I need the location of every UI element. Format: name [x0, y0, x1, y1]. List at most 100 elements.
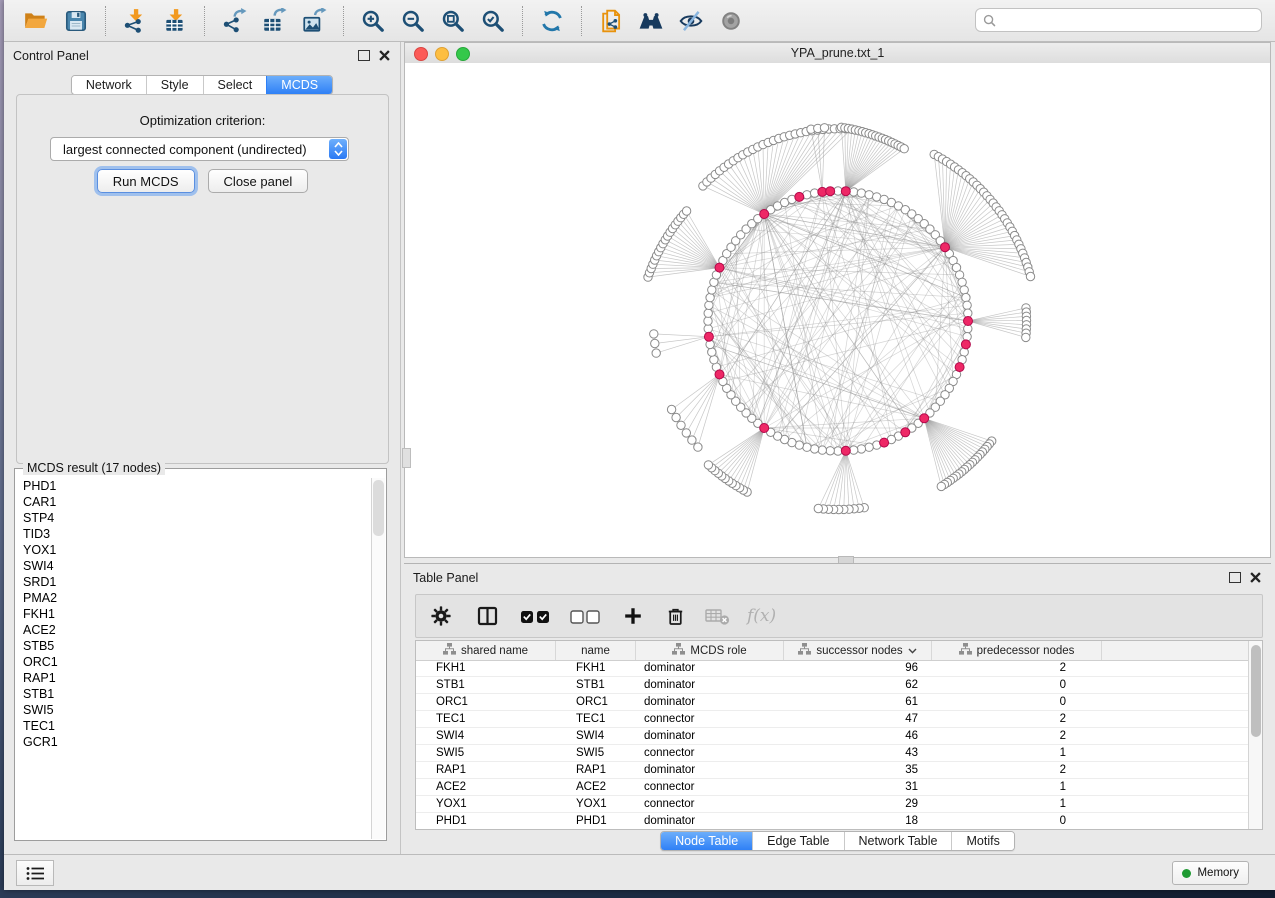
vertical-splitter-handle[interactable] — [402, 448, 411, 468]
run-mcds-button[interactable]: Run MCDS — [97, 169, 195, 193]
tab-select[interactable]: Select — [203, 76, 267, 94]
zoom-out-icon[interactable] — [393, 5, 433, 37]
export-network-icon[interactable] — [214, 5, 254, 37]
graph-node[interactable] — [900, 145, 908, 153]
graph-node-mcds[interactable] — [826, 187, 835, 196]
graph-node[interactable] — [1022, 333, 1030, 341]
tab-network-table[interactable]: Network Table — [844, 832, 952, 850]
graph-node[interactable] — [652, 349, 660, 357]
graph-node[interactable] — [962, 293, 970, 301]
graph-node[interactable] — [963, 301, 971, 309]
graph-node[interactable] — [651, 339, 659, 347]
task-history-button[interactable] — [16, 860, 54, 886]
criterion-select[interactable]: largest connected component (undirected) — [50, 137, 349, 161]
mcds-result-item[interactable]: TEC1 — [16, 718, 371, 734]
column-header-shared-name[interactable]: shared name — [416, 641, 556, 660]
mcds-result-item[interactable]: CAR1 — [16, 494, 371, 510]
table-row[interactable]: YOX1YOX1connector291 — [416, 796, 1249, 813]
graph-node[interactable] — [937, 482, 945, 490]
graph-node[interactable] — [826, 447, 834, 455]
graph-node-mcds[interactable] — [901, 428, 910, 437]
mcds-result-item[interactable]: SWI5 — [16, 702, 371, 718]
graph-node[interactable] — [850, 446, 858, 454]
graph-node-mcds[interactable] — [880, 438, 889, 447]
graph-node-mcds[interactable] — [760, 210, 769, 219]
graph-node-mcds[interactable] — [715, 370, 724, 379]
float-panel-icon[interactable] — [358, 50, 370, 61]
graph-node[interactable] — [694, 443, 702, 451]
float-table-panel-icon[interactable] — [1229, 572, 1241, 583]
network-search-field[interactable] — [975, 8, 1262, 32]
add-column-icon[interactable] — [622, 605, 644, 627]
show-all-icon[interactable] — [711, 5, 751, 37]
memory-button[interactable]: Memory — [1172, 861, 1249, 885]
mcds-result-list[interactable]: PHD1CAR1STP4TID3YOX1SWI4SRD1PMA2FKH1ACE2… — [16, 478, 371, 839]
graph-node[interactable] — [708, 348, 716, 356]
graph-node[interactable] — [865, 443, 873, 451]
close-panel-button[interactable]: Close panel — [208, 169, 309, 193]
mcds-list-scrollbar[interactable] — [371, 478, 385, 839]
graph-node[interactable] — [820, 124, 828, 132]
graph-node-mcds[interactable] — [795, 192, 804, 201]
deselect-all-icon[interactable] — [570, 607, 604, 625]
network-canvas[interactable] — [405, 63, 1270, 557]
graph-node[interactable] — [672, 413, 680, 421]
table-scrollbar[interactable] — [1248, 641, 1262, 829]
tab-node-table[interactable]: Node Table — [661, 832, 752, 850]
graph-node-mcds[interactable] — [964, 317, 973, 326]
clone-network-icon[interactable] — [591, 5, 631, 37]
graph-node[interactable] — [688, 436, 696, 444]
mcds-result-item[interactable]: YOX1 — [16, 542, 371, 558]
graph-node[interactable] — [710, 356, 718, 364]
mcds-result-item[interactable]: SWI4 — [16, 558, 371, 574]
hide-selected-icon[interactable] — [671, 5, 711, 37]
mcds-result-item[interactable]: ORC1 — [16, 654, 371, 670]
mcds-result-item[interactable]: STB5 — [16, 638, 371, 654]
tab-motifs[interactable]: Motifs — [951, 832, 1013, 850]
tab-network[interactable]: Network — [72, 76, 146, 94]
table-row[interactable]: TEC1TEC1connector472 — [416, 711, 1249, 728]
close-table-panel-icon[interactable] — [1250, 572, 1261, 583]
mcds-result-item[interactable]: PMA2 — [16, 590, 371, 606]
table-row[interactable]: FKH1FKH1dominator962 — [416, 660, 1249, 677]
graph-node[interactable] — [704, 317, 712, 325]
graph-node[interactable] — [706, 293, 714, 301]
refresh-view-icon[interactable] — [532, 5, 572, 37]
graph-node[interactable] — [865, 191, 873, 199]
table-row[interactable]: ACE2ACE2connector311 — [416, 779, 1249, 796]
table-settings-icon[interactable] — [429, 604, 453, 628]
delete-column-icon[interactable] — [664, 605, 687, 628]
mcds-result-item[interactable]: RAP1 — [16, 670, 371, 686]
graph-node-mcds[interactable] — [961, 340, 970, 349]
mcds-result-item[interactable]: SRD1 — [16, 574, 371, 590]
graph-node[interactable] — [704, 325, 712, 333]
column-header-name[interactable]: name — [556, 641, 636, 660]
graph-node-mcds[interactable] — [941, 243, 950, 252]
graph-node-mcds[interactable] — [760, 424, 769, 433]
show-columns-icon[interactable] — [475, 604, 500, 628]
export-image-icon[interactable] — [294, 5, 334, 37]
graph-node-mcds[interactable] — [841, 446, 850, 455]
import-network-icon[interactable] — [115, 5, 155, 37]
graph-node[interactable] — [704, 461, 712, 469]
graph-node[interactable] — [803, 443, 811, 451]
graph-node[interactable] — [857, 189, 865, 197]
graph-node[interactable] — [818, 446, 826, 454]
column-header-MCDS-role[interactable]: MCDS role — [636, 641, 784, 660]
column-header-predecessor-nodes[interactable]: predecessor nodes — [932, 641, 1102, 660]
mcds-result-item[interactable]: STB1 — [16, 686, 371, 702]
mcds-result-item[interactable]: FKH1 — [16, 606, 371, 622]
graph-node[interactable] — [857, 445, 865, 453]
table-row[interactable]: RAP1RAP1dominator352 — [416, 762, 1249, 779]
graph-node[interactable] — [682, 207, 690, 215]
graph-node-mcds[interactable] — [841, 187, 850, 196]
graph-node[interactable] — [958, 278, 966, 286]
graph-node[interactable] — [960, 286, 968, 294]
graph-node[interactable] — [705, 301, 713, 309]
export-table-icon[interactable] — [254, 5, 294, 37]
mcds-result-item[interactable]: ACE2 — [16, 622, 371, 638]
mcds-result-item[interactable]: GCR1 — [16, 734, 371, 750]
table-row[interactable]: ORC1ORC1dominator610 — [416, 694, 1249, 711]
search-network-icon[interactable] — [631, 5, 671, 37]
tab-edge-table[interactable]: Edge Table — [752, 832, 843, 850]
